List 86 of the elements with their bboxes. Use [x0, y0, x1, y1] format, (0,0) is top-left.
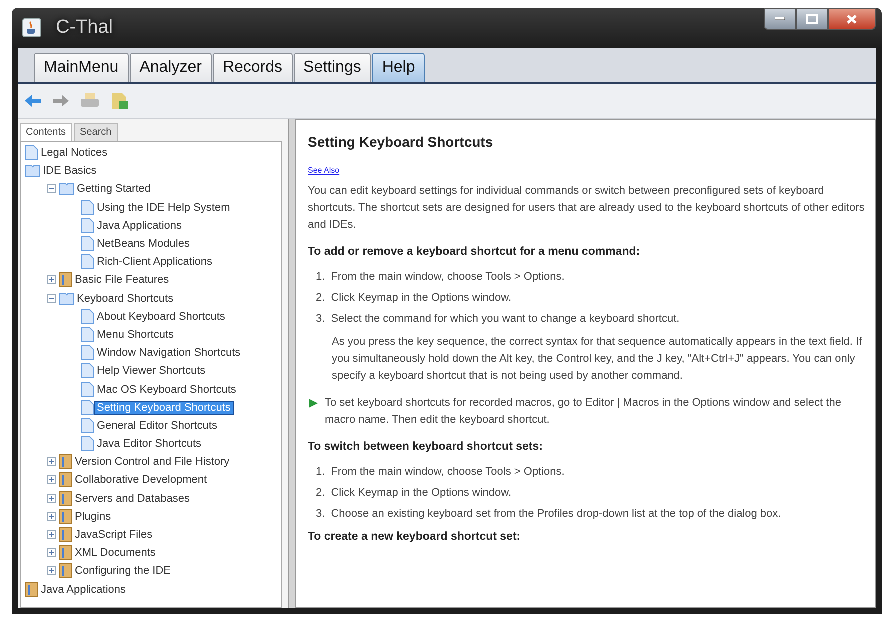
tree-item[interactable]: Menu Shortcuts — [95, 328, 176, 341]
forward-arrow-icon[interactable] — [52, 93, 70, 109]
window-title: C-Thal — [56, 17, 114, 39]
section-heading: To add or remove a keyboard shortcut for a menu command: — [308, 245, 642, 260]
tab[interactable]: Settings — [294, 53, 372, 82]
page-setup-icon[interactable] — [110, 91, 130, 111]
expand-icon[interactable] — [47, 494, 56, 503]
tree-item[interactable]: Version Control and File History — [73, 456, 232, 468]
minimize-icon — [775, 17, 785, 21]
page-icon — [81, 254, 95, 270]
step-text: Choose an existing keyboard set from the Profiles drop-down list at the top of the dialog box. — [331, 508, 782, 520]
step-text: Click Keymap in the Options window. — [331, 292, 512, 304]
page-icon — [81, 436, 95, 452]
page-icon — [25, 145, 39, 162]
step-text: Click Keymap in the Options window. — [331, 487, 512, 499]
tree-item[interactable]: XML Documents — [73, 547, 158, 560]
tree-item[interactable]: Getting Started — [75, 183, 153, 196]
maximize-icon — [806, 14, 818, 24]
tree-item[interactable]: Using the IDE Help System — [95, 202, 232, 214]
tree-item[interactable]: Mac OS Keyboard Shortcuts — [95, 384, 238, 396]
step-number: 2. — [316, 292, 326, 304]
tree-item[interactable]: Legal Notices — [39, 147, 110, 160]
step-number: 1. — [316, 466, 326, 478]
page-icon — [81, 418, 95, 434]
expand-icon[interactable] — [47, 475, 56, 484]
page-icon — [81, 382, 95, 398]
tab[interactable]: MainMenu — [34, 53, 129, 82]
step-number: 2. — [316, 487, 326, 499]
expand-icon[interactable] — [47, 548, 56, 558]
back-arrow-icon[interactable] — [24, 93, 42, 109]
step-note: As you press the key sequence, the correct syntax for that sequence automatically appears in the text field. If you simultaneously hold down the Alt key, the Control key, and the J key, "Alt+Ctrl+J" appears. You can only specify a keyboard shortcut that is not being used by another command. — [331, 335, 864, 384]
page-icon — [81, 400, 95, 416]
section-heading: To switch between keyboard shortcut sets: — [308, 440, 544, 455]
expand-icon[interactable] — [47, 530, 56, 540]
minimize-button[interactable] — [764, 8, 796, 30]
step-text: From the main window, choose Tools > Options. — [331, 466, 565, 478]
expand-icon[interactable] — [47, 457, 56, 466]
expand-icon[interactable] — [47, 275, 56, 284]
collapse-icon[interactable] — [47, 294, 56, 303]
page-icon — [81, 236, 95, 252]
play-arrow-icon — [308, 398, 319, 409]
java-cup-icon — [22, 18, 42, 38]
expand-icon[interactable] — [47, 512, 56, 521]
tab[interactable]: Help — [372, 53, 426, 82]
tab[interactable]: Records — [212, 53, 293, 82]
tree-item[interactable]: Collaborative Development — [73, 474, 210, 486]
tree-item[interactable]: Plugins — [73, 510, 114, 523]
tree-item[interactable]: IDE Basics — [41, 165, 99, 178]
tree-item[interactable]: General Editor Shortcuts — [95, 420, 220, 432]
tree-item[interactable]: Java Applications — [95, 220, 184, 232]
page-title: Setting Keyboard Shortcuts — [308, 134, 494, 150]
page-icon — [81, 218, 95, 234]
close-icon — [846, 14, 858, 24]
step-number: 1. — [316, 271, 326, 283]
expand-icon[interactable] — [47, 566, 56, 576]
close-button[interactable] — [828, 8, 876, 30]
step-number: 3. — [316, 313, 326, 325]
tree-item[interactable]: Configuring the IDE — [73, 565, 173, 578]
tree-item[interactable]: NetBeans Modules — [95, 238, 192, 250]
section-heading: To create a new keyboard shortcut set: — [308, 530, 522, 545]
tree-item[interactable]: Keyboard Shortcuts — [75, 292, 176, 305]
maximize-button[interactable] — [796, 8, 828, 30]
tree-item[interactable]: Window Navigation Shortcuts — [95, 347, 243, 360]
collapse-icon[interactable] — [47, 184, 56, 194]
tab[interactable]: Search — [74, 123, 118, 141]
step-text: Select the command for which you want to change a keyboard shortcut. — [331, 313, 680, 325]
page-icon — [81, 200, 95, 216]
page-icon — [81, 326, 95, 343]
tree-item[interactable]: Help Viewer Shortcuts — [95, 365, 208, 378]
page-icon — [81, 308, 95, 325]
step-number: 3. — [316, 508, 326, 520]
tree-item[interactable]: Servers and Databases — [73, 492, 192, 505]
see-also-link[interactable]: See Also — [308, 166, 340, 175]
tree-item[interactable]: Java Applications — [39, 584, 128, 596]
tree-item[interactable]: JavaScript Files — [73, 529, 155, 542]
tree-item[interactable]: Basic File Features — [73, 274, 172, 286]
paragraph: You can edit keyboard settings for individual commands or switch between preconfigured sets of keyboard shortcuts. The shortcut sets are designed for users that are already used to the keyboard shortcuts of other editors and IDEs. — [308, 184, 866, 233]
tree-item[interactable]: About Keyboard Shortcuts — [95, 310, 228, 323]
tree-item[interactable]: Java Editor Shortcuts — [95, 438, 204, 450]
step-text: From the main window, choose Tools > Options. — [331, 271, 565, 283]
tab[interactable]: Analyzer — [130, 53, 212, 82]
page-icon — [81, 363, 95, 380]
tab[interactable]: Contents — [20, 123, 72, 141]
tree-item[interactable]: Rich-Client Applications — [95, 256, 215, 268]
page-icon — [81, 345, 95, 362]
tip-text: To set keyboard shortcuts for recorded macros, go to Editor | Macros in the Options window and select the macro name. Then edit the keyboard shortcut. — [325, 396, 842, 428]
